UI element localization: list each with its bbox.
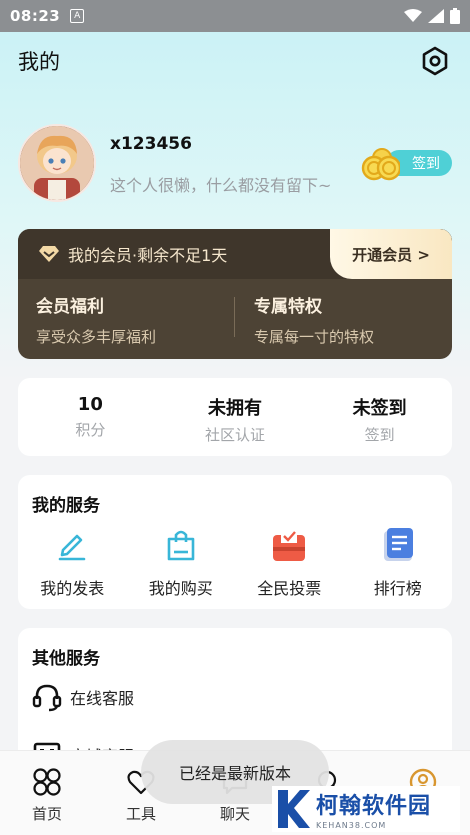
stat-label: 积分 — [75, 421, 106, 439]
stat-value: 未签到 — [352, 398, 407, 419]
battery-icon — [450, 8, 460, 24]
service-label: 在线客服 — [70, 689, 135, 708]
nav-label: 聊天 — [219, 805, 250, 823]
watermark: 柯翰软件园 KEHAN38.COM — [272, 786, 460, 832]
my-services-card: 我的服务 我的发表 我的购买 全民投票 排行榜 — [18, 475, 452, 609]
home-grid-icon — [33, 768, 61, 796]
signal-icon — [428, 9, 444, 23]
nav-label: 首页 — [31, 805, 62, 823]
stat-label: 社区认证 — [205, 426, 266, 444]
stat-signin[interactable]: 未签到 签到 — [307, 378, 452, 456]
nav-home[interactable]: 首页 — [0, 751, 94, 835]
service-label: 我的发表 — [40, 579, 105, 598]
avatar-illustration — [20, 126, 94, 200]
vip-privilege-title: 专属特权 — [254, 297, 322, 317]
stats-card: 10 积分 未拥有 社区认证 未签到 签到 — [18, 378, 452, 456]
my-services-list: 我的发表 我的购买 全民投票 排行榜 — [18, 527, 452, 599]
notification-icon: A — [70, 9, 85, 23]
vip-benefits-desc: 享受众多丰厚福利 — [36, 328, 157, 346]
service-vote[interactable]: 全民投票 — [235, 527, 344, 599]
username: x123456 — [110, 134, 192, 154]
user-bio: 这个人很懒，什么都没有留下~ — [110, 176, 332, 195]
open-vip-label: 开通会员 > — [352, 245, 430, 264]
stat-label: 签到 — [364, 426, 395, 444]
stat-points[interactable]: 10 积分 — [18, 378, 163, 456]
service-my-purchases[interactable]: 我的购买 — [127, 527, 236, 599]
watermark-domain: KEHAN38.COM — [316, 821, 387, 830]
vip-privilege-desc: 专属每一寸的特权 — [254, 328, 375, 346]
profile-section: x123456 这个人很懒，什么都没有留下~ 签到 — [18, 122, 452, 206]
stat-value: 10 — [77, 394, 103, 415]
diamond-icon — [39, 246, 59, 262]
watermark-logo-icon — [278, 790, 310, 828]
wifi-icon — [404, 9, 422, 22]
service-label: 我的购买 — [148, 579, 213, 598]
status-time: 08:23 — [10, 7, 61, 25]
pencil-icon — [54, 527, 90, 563]
gear-icon — [422, 46, 448, 76]
nav-label: 工具 — [125, 805, 156, 823]
vip-card[interactable]: 我的会员·剩余不足1天 开通会员 > 会员福利 享受众多丰厚福利 专属特权 专属… — [18, 229, 452, 359]
shopping-bag-icon — [163, 527, 199, 563]
headset-icon — [32, 684, 62, 712]
service-my-posts[interactable]: 我的发表 — [18, 527, 127, 599]
open-vip-button[interactable]: 开通会员 > — [330, 229, 452, 279]
vip-status: 我的会员·剩余不足1天 — [68, 246, 228, 265]
service-ranking[interactable]: 排行榜 — [344, 527, 453, 599]
service-label: 全民投票 — [257, 579, 322, 598]
stat-value: 未拥有 — [208, 398, 262, 419]
document-list-icon — [380, 527, 416, 563]
vip-divider — [234, 297, 235, 337]
vip-benefits[interactable]: 会员福利 享受众多丰厚福利 — [36, 292, 156, 347]
other-services-title: 其他服务 — [32, 649, 100, 669]
coin-icon — [361, 148, 400, 181]
stat-certification[interactable]: 未拥有 社区认证 — [163, 378, 308, 456]
watermark-text: 柯翰软件园 KEHAN38.COM — [316, 788, 431, 830]
vote-box-icon — [271, 527, 307, 563]
watermark-name: 柯翰软件园 — [316, 794, 432, 819]
status-icons — [404, 8, 460, 24]
my-services-title: 我的服务 — [32, 496, 100, 516]
vip-privilege[interactable]: 专属特权 专属每一寸的特权 — [254, 292, 374, 347]
settings-button[interactable] — [418, 44, 452, 78]
page-header: 我的 — [0, 32, 470, 90]
vip-benefits-title: 会员福利 — [36, 297, 104, 317]
signin-label: 签到 — [412, 156, 440, 172]
service-label: 排行榜 — [373, 579, 422, 598]
avatar[interactable] — [18, 124, 96, 202]
service-online-support[interactable]: 在线客服 — [32, 682, 134, 712]
page-title: 我的 — [18, 50, 60, 74]
status-bar: 08:23 A — [0, 0, 470, 32]
